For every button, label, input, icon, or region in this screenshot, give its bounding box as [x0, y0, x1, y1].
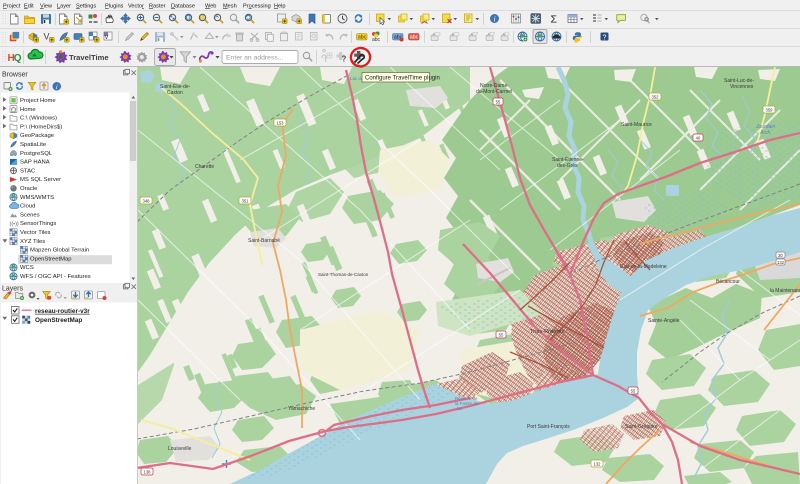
svg-text:Processing: Processing [243, 3, 271, 9]
svg-text:132: 132 [594, 461, 602, 466]
svg-text:SensorThings: SensorThings [20, 221, 56, 227]
svg-text:Saint-Maurice: Saint-Maurice [621, 122, 652, 128]
svg-text:reseau-routier-v3r: reseau-routier-v3r [35, 308, 90, 315]
svg-text:Bécancour: Bécancour [716, 279, 740, 285]
svg-text:Saint-Barnabé: Saint-Barnabé [248, 238, 280, 244]
svg-text:55: 55 [496, 99, 501, 104]
svg-text:Project Home: Project Home [20, 98, 56, 104]
svg-text:138: 138 [144, 469, 152, 474]
svg-text:Cloud: Cloud [20, 204, 35, 210]
svg-text:Louiseville: Louiseville [168, 446, 192, 452]
svg-text:55: 55 [499, 332, 504, 337]
svg-text:Mapzen Global Terrain: Mapzen Global Terrain [30, 248, 89, 254]
svg-text:Arch.: Arch. [759, 130, 772, 136]
svg-text:55: 55 [631, 388, 636, 393]
svg-text:SAP HANA: SAP HANA [20, 160, 50, 166]
svg-text:C:\ (Windows): C:\ (Windows) [20, 116, 57, 122]
svg-text:Vector Tiles: Vector Tiles [20, 230, 51, 236]
svg-text:Charette: Charette [195, 164, 214, 170]
svg-text:Database: Database [171, 3, 195, 9]
svg-text:Layers: Layers [2, 286, 24, 293]
svg-text:Saint-Élie-de-: Saint-Élie-de- [160, 83, 191, 90]
svg-text:Layer: Layer [57, 3, 71, 9]
svg-text:Oracle: Oracle [20, 186, 38, 192]
svg-text:Configure TravelTime plugin: Configure TravelTime plugin [365, 75, 440, 81]
svg-text:132: 132 [777, 260, 785, 265]
svg-text:Yamachiche: Yamachiche [288, 406, 315, 412]
svg-text:HQ: HQ [8, 53, 22, 64]
svg-text:359: 359 [766, 107, 774, 112]
svg-text:Cap-de-la-Madeleine: Cap-de-la-Madeleine [620, 264, 667, 270]
svg-text:?: ? [342, 55, 347, 64]
svg-text:352: 352 [652, 94, 660, 99]
svg-text:lac: lac [457, 406, 463, 411]
svg-text:351: 351 [242, 198, 250, 203]
svg-text:Raster: Raster [149, 3, 166, 9]
svg-text:OpenStreetMap: OpenStreetMap [30, 256, 72, 262]
svg-text:Home: Home [20, 107, 36, 113]
svg-text:du-Mont-Carmel: du-Mont-Carmel [476, 89, 512, 95]
svg-text:Mesh: Mesh [223, 3, 237, 9]
svg-text:XYZ Tiles: XYZ Tiles [20, 239, 45, 245]
svg-text:Caxton: Caxton [167, 90, 183, 96]
svg-text:Plugins: Plugins [105, 3, 124, 9]
svg-text:GeoPackage: GeoPackage [20, 133, 55, 139]
svg-text:Help: Help [274, 3, 286, 9]
svg-text:MS SQL Server: MS SQL Server [20, 177, 61, 183]
svg-text:Vincennes: Vincennes [730, 84, 754, 90]
svg-text:WCS: WCS [20, 265, 34, 271]
svg-text:Saint-Thomas-de-Caxton: Saint-Thomas-de-Caxton [318, 272, 369, 277]
svg-text:TravelTime: TravelTime [69, 53, 109, 62]
svg-text:abc: abc [372, 37, 381, 43]
svg-text:PostgreSQL: PostgreSQL [20, 151, 53, 157]
svg-text:Edit: Edit [24, 3, 34, 9]
svg-text:Enter an address...: Enter an address... [226, 54, 284, 61]
svg-text:153: 153 [277, 120, 285, 125]
svg-text:WMS/WMTS: WMS/WMTS [20, 195, 54, 201]
svg-text:Port Saint-François: Port Saint-François [527, 424, 570, 430]
svg-text:Saint-Grégoire: Saint-Grégoire [625, 424, 658, 430]
svg-text:SpatiaLite: SpatiaLite [20, 142, 47, 148]
svg-text:Settings: Settings [76, 3, 96, 9]
svg-text:Scenes: Scenes [20, 212, 40, 218]
svg-text:Trois-Rivières: Trois-Rivières [530, 329, 564, 335]
svg-text:Project: Project [3, 3, 21, 9]
svg-text:des-Grès: des-Grès [557, 163, 578, 169]
svg-text:P:\ (HomeDirs$): P:\ (HomeDirs$) [20, 124, 62, 130]
svg-text:Vector: Vector [128, 3, 144, 9]
svg-text:Browser: Browser [2, 72, 28, 79]
svg-text:Web: Web [205, 3, 216, 9]
svg-text:Sainte-Angèle: Sainte-Angèle [648, 318, 680, 324]
svg-text:la Maintenance: la Maintenance [770, 288, 800, 294]
svg-text:WFS / OGC API - Features: WFS / OGC API - Features [20, 274, 91, 280]
svg-text:V: V [105, 35, 109, 41]
svg-text:Saint-Étienne-: Saint-Étienne- [552, 156, 584, 163]
svg-text:OpenStreetMap: OpenStreetMap [35, 317, 82, 324]
svg-text:30: 30 [778, 253, 783, 258]
svg-text:View: View [40, 3, 53, 9]
svg-text:STAC: STAC [20, 168, 36, 174]
svg-text:348: 348 [143, 198, 151, 203]
svg-text:((•)): ((•)) [10, 222, 19, 228]
svg-text:40: 40 [696, 135, 701, 140]
